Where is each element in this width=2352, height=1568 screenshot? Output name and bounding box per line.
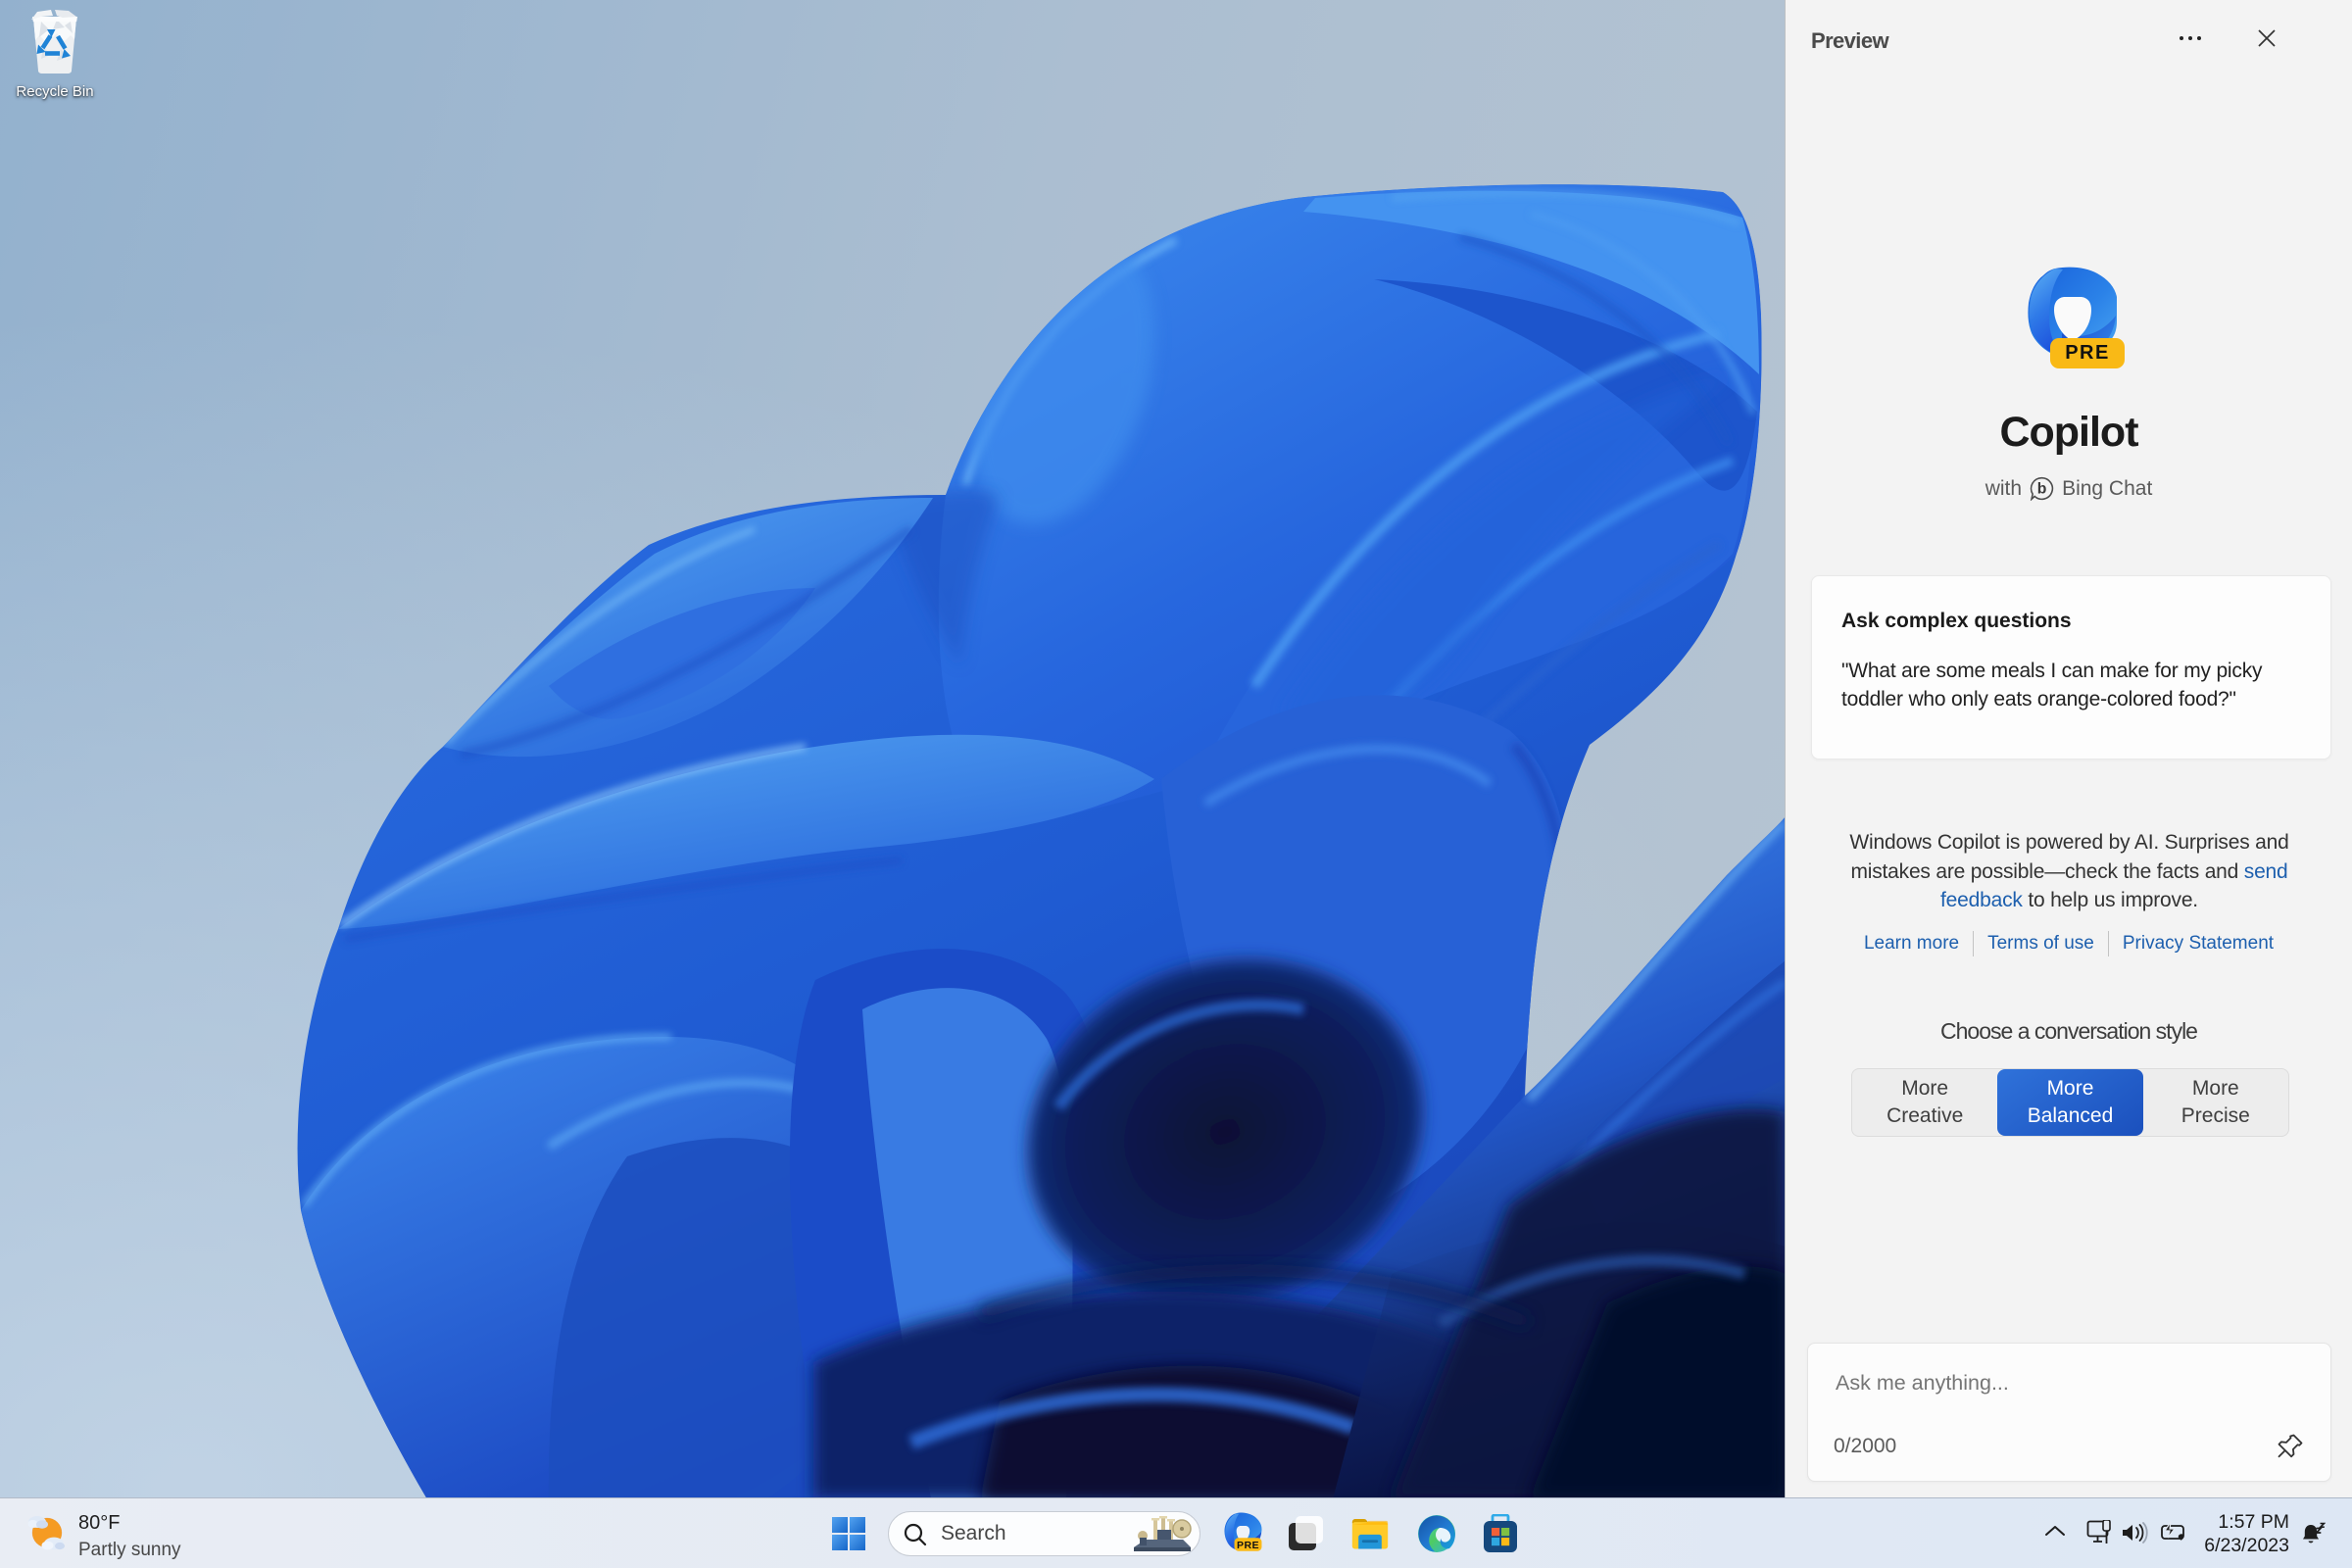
svg-text:PRE: PRE xyxy=(1237,1540,1259,1551)
svg-text:b: b xyxy=(2037,481,2047,498)
